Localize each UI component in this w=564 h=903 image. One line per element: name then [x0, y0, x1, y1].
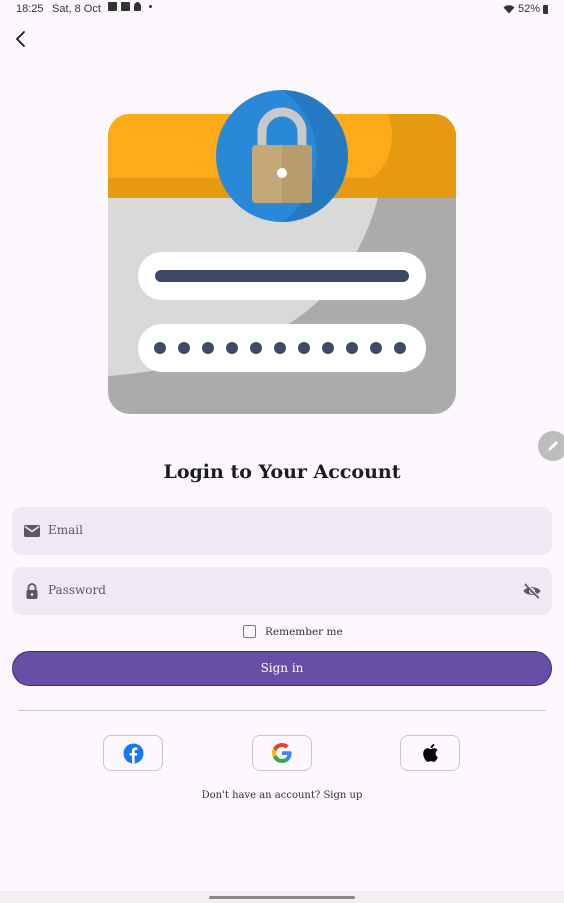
- page-title: Login to Your Account: [163, 461, 401, 483]
- email-field[interactable]: Email: [12, 507, 552, 555]
- signup-link[interactable]: Sign up: [323, 790, 362, 801]
- login-screen: 18:25 Sat, 8 Oct 52% Login to Your Accou…: [0, 0, 564, 903]
- status-right: 52%: [503, 3, 548, 15]
- status-date: Sat, 8 Oct: [52, 3, 101, 15]
- eye-off-icon[interactable]: [522, 581, 542, 601]
- facebook-icon: [123, 743, 143, 763]
- person-notification-icon: [134, 2, 141, 11]
- pencil-icon: [548, 441, 558, 451]
- apple-login-button[interactable]: [400, 735, 460, 771]
- facebook-login-button[interactable]: [103, 735, 163, 771]
- google-login-button[interactable]: [252, 735, 312, 771]
- divider: [18, 710, 546, 711]
- google-icon: [272, 743, 292, 763]
- lock-icon: [26, 583, 38, 599]
- battery-percent: 52%: [517, 3, 540, 15]
- password-field[interactable]: Password: [12, 567, 552, 615]
- mail-icon: [24, 525, 40, 537]
- facebook-notification-icon: [121, 2, 130, 11]
- signup-row: Don't have an account? Sign up: [0, 790, 564, 801]
- status-bar: 18:25 Sat, 8 Oct 52%: [0, 0, 564, 18]
- password-placeholder: Password: [48, 583, 106, 597]
- login-illustration: [108, 90, 456, 414]
- home-indicator[interactable]: [209, 896, 355, 899]
- back-arrow-icon[interactable]: [10, 28, 32, 50]
- remember-me-row: Remember me: [243, 625, 343, 638]
- remember-me-label: Remember me: [265, 625, 343, 638]
- status-time: 18:25: [16, 3, 44, 15]
- gallery-notification-icon: [108, 2, 117, 11]
- signup-prompt: Don't have an account?: [201, 790, 321, 801]
- edit-fab-button[interactable]: [538, 431, 564, 461]
- sign-in-button[interactable]: Sign in: [12, 651, 552, 686]
- more-notifications-icon: [149, 5, 152, 8]
- remember-me-checkbox[interactable]: [243, 625, 256, 638]
- apple-icon: [423, 744, 438, 762]
- battery-icon: [543, 5, 548, 14]
- email-placeholder: Email: [48, 523, 83, 537]
- wifi-icon: [503, 5, 515, 14]
- notification-icons: [108, 2, 152, 11]
